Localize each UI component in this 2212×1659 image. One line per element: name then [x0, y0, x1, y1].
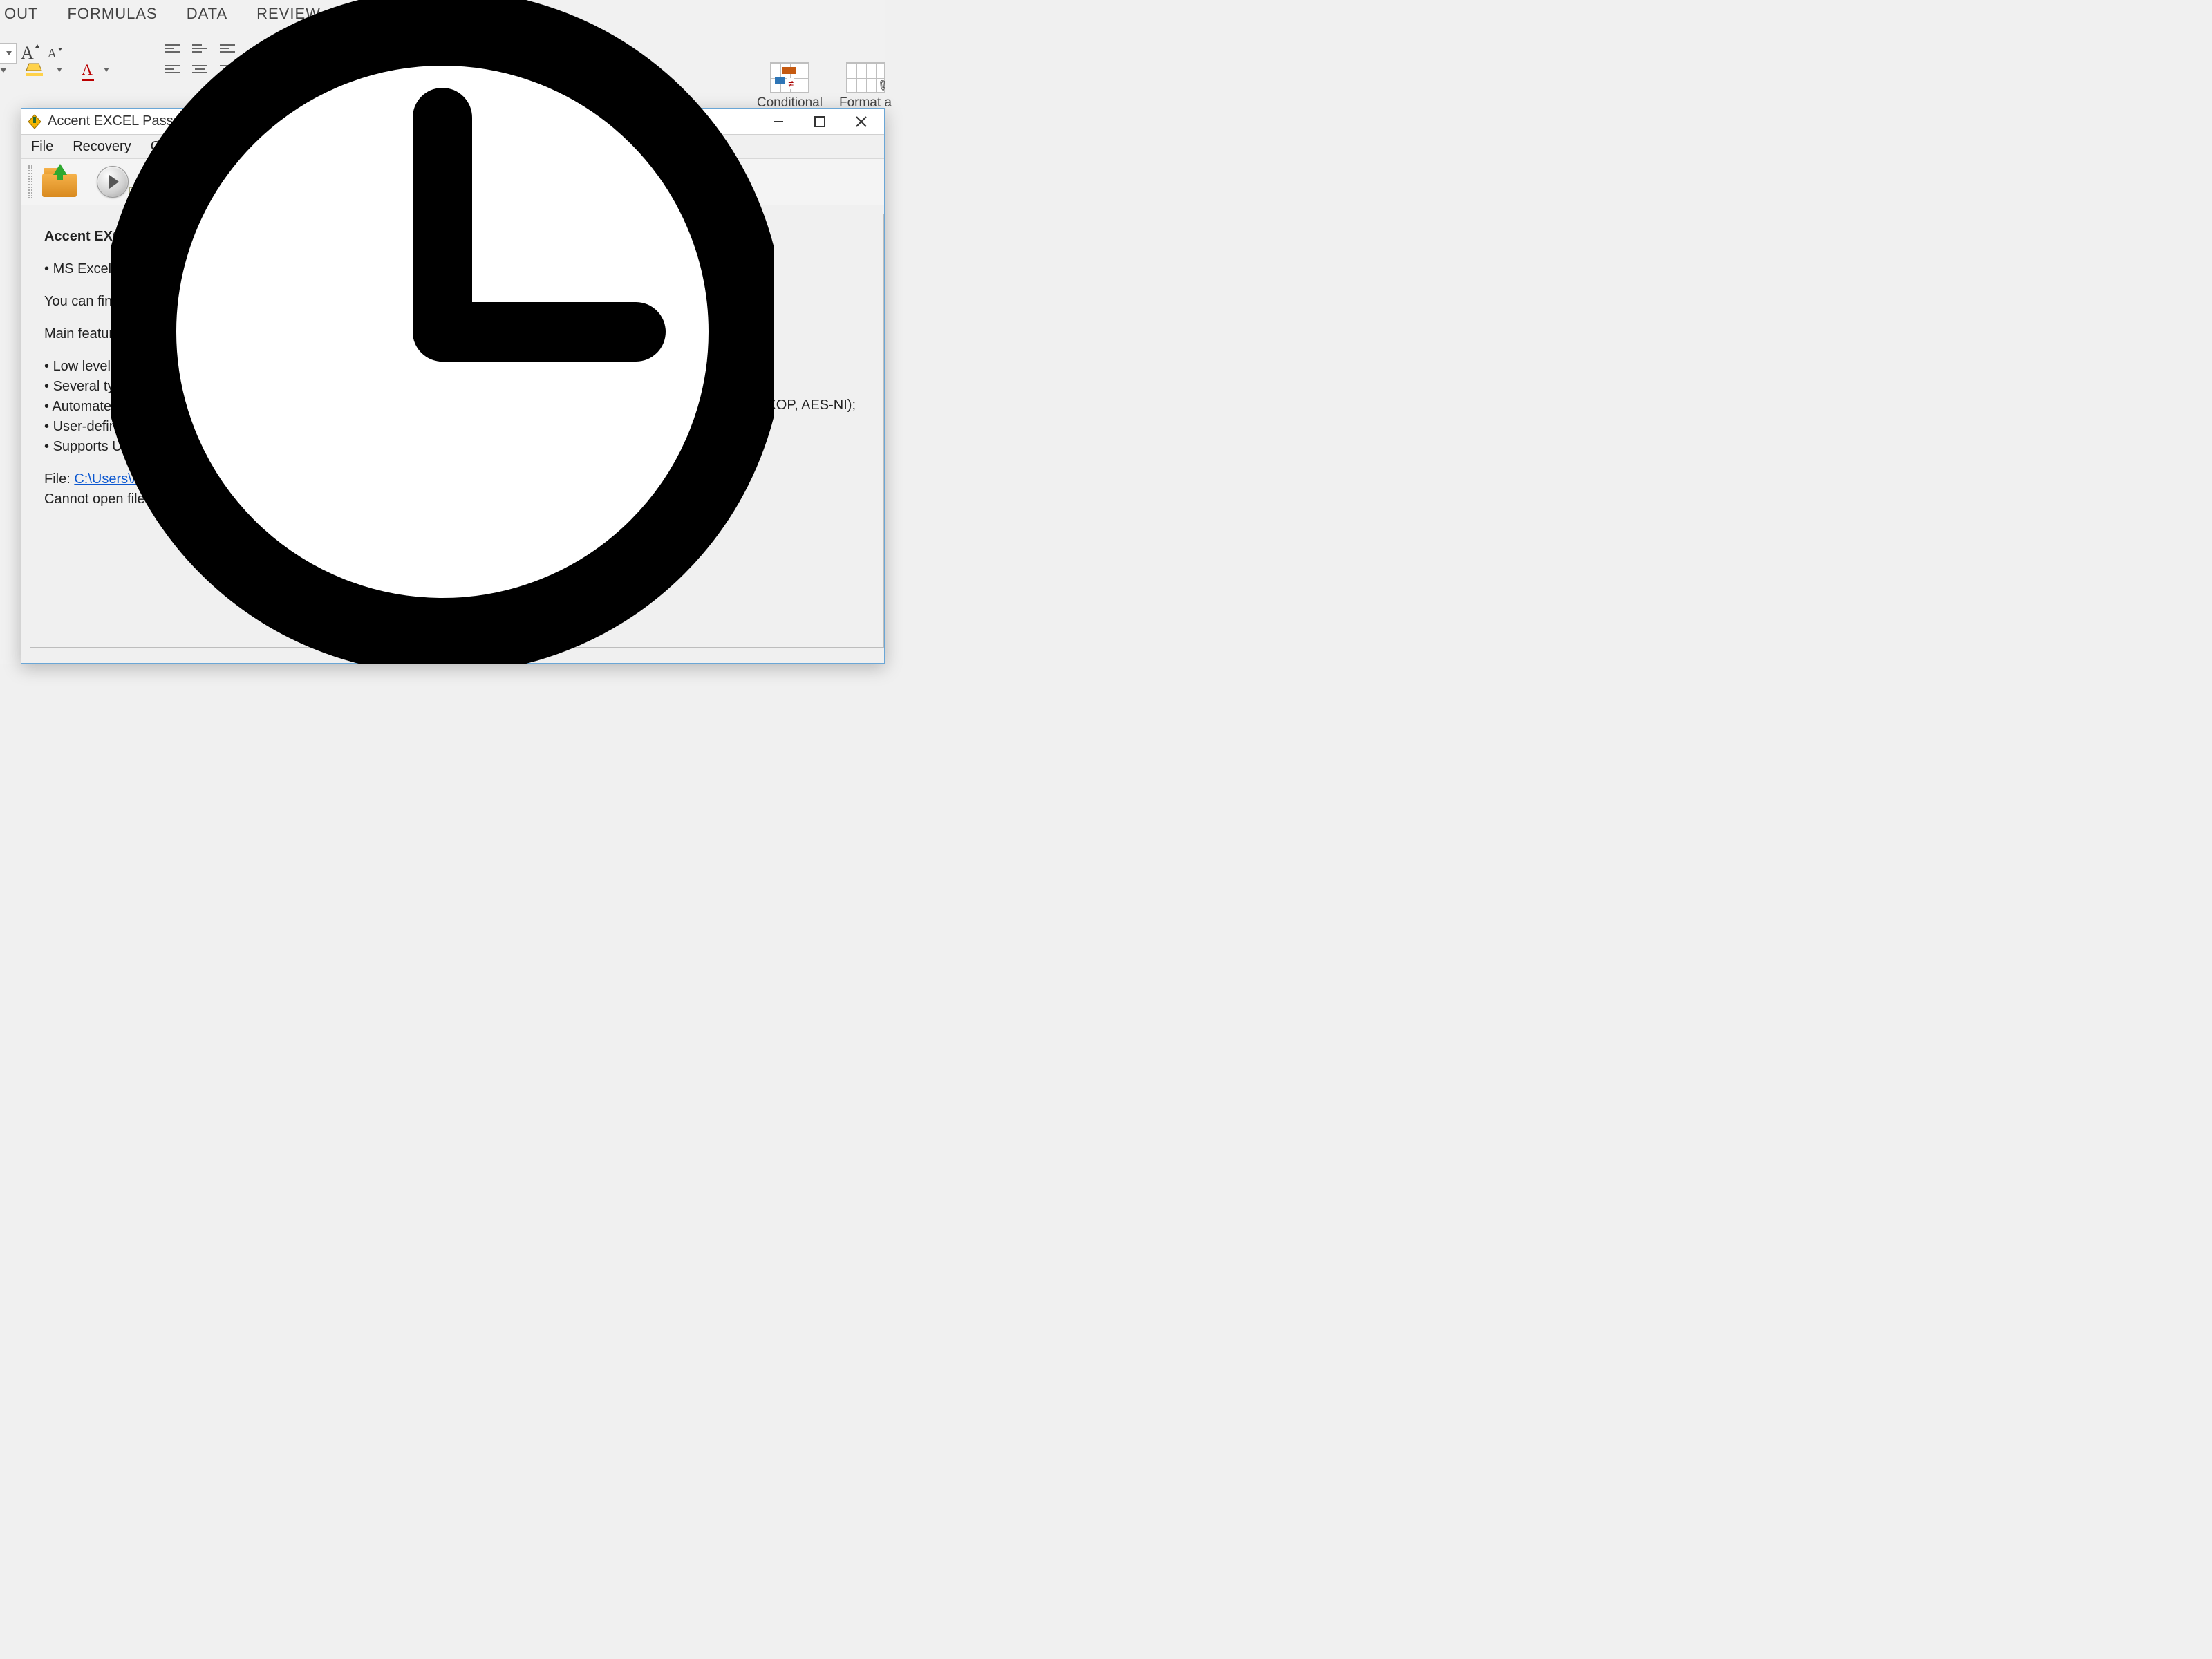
tab-view[interactable]: VIEW — [350, 5, 391, 23]
open-file-button[interactable] — [41, 165, 79, 198]
window-controls — [767, 112, 873, 131]
menu-file[interactable]: File — [31, 139, 53, 155]
toolbar-grip[interactable] — [28, 165, 32, 198]
titlebar[interactable]: Accent EXCEL Passw — [21, 109, 884, 135]
decrease-font-icon[interactable]: A — [48, 46, 57, 61]
minimize-button[interactable] — [767, 112, 790, 131]
font-color-button[interactable]: A — [82, 61, 93, 79]
fill-color-dropdown-icon[interactable] — [57, 68, 62, 72]
excel-background: OUT FORMULAS DATA REVIEW VIEW A A ab ←.0… — [0, 0, 885, 664]
number-format-dropdown[interactable] — [626, 71, 647, 87]
svg-text:ab: ab — [267, 40, 284, 57]
tab-review[interactable]: REVIEW — [256, 5, 321, 23]
alignment-group — [165, 40, 241, 77]
bullet-excel-versions: MS Excel 95- — [44, 259, 870, 279]
styles-group: ≠ Conditional ✎ Format a — [757, 62, 892, 111]
feature-low-level: Low level hand — [44, 357, 870, 377]
menu-options[interactable]: Opt — [151, 139, 173, 155]
feature-several-types: Several types of — [44, 377, 870, 397]
font-color-dropdown-icon[interactable] — [104, 68, 109, 72]
conditional-formatting-icon: ≠ — [770, 62, 809, 93]
excel-ribbon-row1: A A ab ←.0.00 .00→.0 — [0, 32, 885, 80]
instruction-right-fragment: X2, XOP, AES-NI); — [742, 395, 856, 415]
minimize-icon — [772, 115, 785, 128]
excel-ribbon-tabs: OUT FORMULAS DATA REVIEW VIEW — [0, 0, 885, 28]
features-intro: Main features a — [44, 324, 870, 344]
content-pane: Accent EXCEL MS Excel 95- You can find m… — [30, 214, 884, 648]
find-more-line: You can find m — [44, 292, 870, 312]
align-left-icon[interactable] — [165, 61, 185, 77]
start-button[interactable] — [97, 166, 129, 198]
tab-data[interactable]: DATA — [187, 5, 227, 23]
window-title: Accent EXCEL Passw — [48, 113, 767, 129]
conditional-formatting-button[interactable]: ≠ Conditional — [757, 62, 823, 111]
menu-recovery[interactable]: Recovery — [73, 139, 131, 155]
app-icon — [27, 114, 42, 129]
format-as-table-button[interactable]: ✎ Format a — [839, 62, 892, 111]
cannot-open-message: Cannot open file. — [44, 489, 870, 509]
close-button[interactable] — [850, 112, 873, 131]
fill-color-button[interactable] — [25, 62, 46, 77]
align-bottom-icon[interactable] — [220, 40, 241, 57]
content-heading: Accent EXCEL — [44, 227, 870, 247]
format-as-table-icon: ✎ — [846, 62, 885, 93]
play-icon — [109, 175, 119, 189]
menubar: File Recovery Opt — [21, 135, 884, 158]
feature-user-defined: User-defined sets — [44, 417, 870, 437]
file-label: File: — [44, 471, 74, 487]
file-line: File: C:\Users\ADMIN\Deskt — [44, 469, 870, 489]
tab-formulas[interactable]: FORMULAS — [67, 5, 157, 23]
file-path-link[interactable]: C:\Users\ADMIN\Deskt — [74, 471, 215, 487]
align-top-icon[interactable] — [165, 40, 185, 57]
folder-arrow-icon — [53, 164, 67, 175]
close-icon — [855, 115, 868, 128]
tab-out[interactable]: OUT — [4, 5, 38, 23]
maximize-icon — [814, 115, 826, 128]
font-subrow: A — [0, 61, 109, 79]
align-middle-icon[interactable] — [192, 40, 213, 57]
align-center-icon[interactable] — [192, 61, 213, 77]
maximize-button[interactable] — [808, 112, 832, 131]
orientation-icon[interactable]: ab — [267, 40, 300, 61]
align-right-icon[interactable] — [220, 61, 241, 77]
tooltip: St — [129, 187, 153, 206]
accent-excel-window: Accent EXCEL Passw File Recovery Opt — [21, 108, 885, 664]
feature-unicode: Supports Unicode an — [44, 437, 870, 457]
